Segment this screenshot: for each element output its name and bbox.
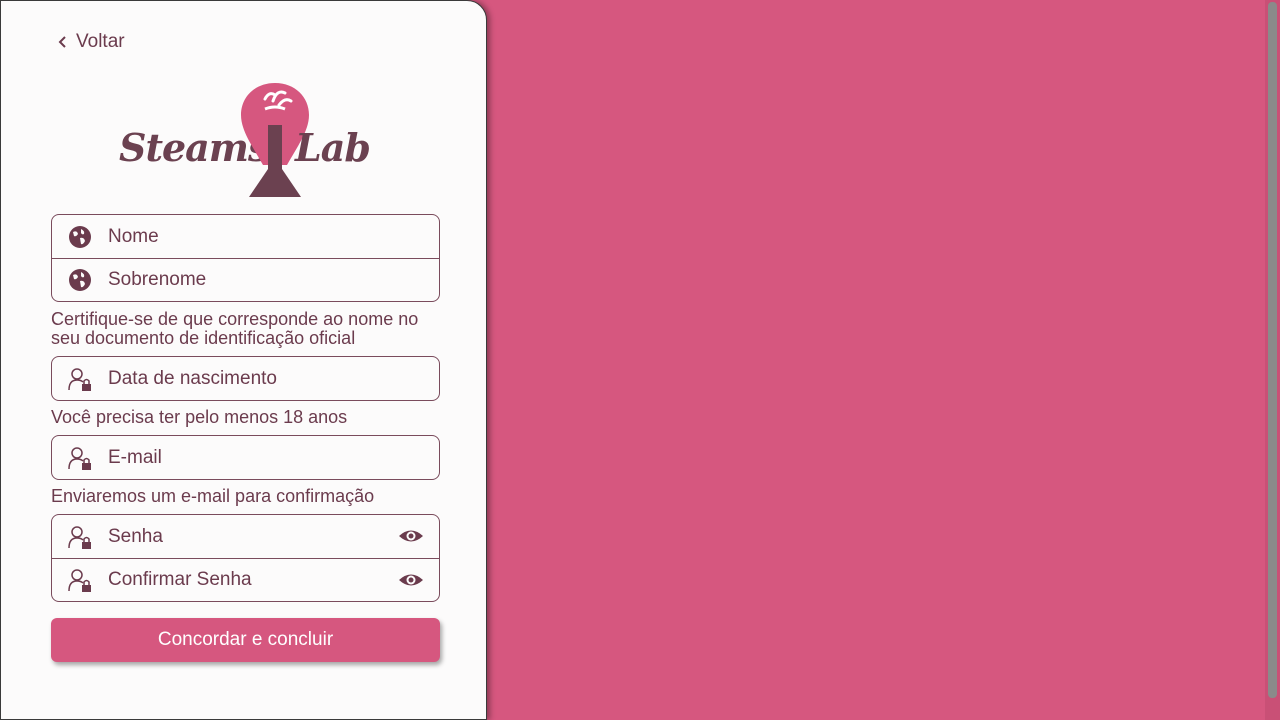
back-link[interactable]: Voltar (56, 31, 125, 53)
birthdate-field (52, 357, 439, 400)
birthdate-field-group (51, 356, 440, 401)
password-input[interactable] (108, 525, 368, 548)
name-hint: Certifique-se de que corresponde ao nome… (51, 309, 419, 348)
email-hint: Enviaremos um e-mail para confirmação (51, 486, 375, 506)
confirm-password-field (52, 558, 439, 601)
email-field (52, 436, 439, 479)
user-lock-icon (67, 524, 93, 550)
password-field (52, 515, 439, 558)
globe-icon (67, 224, 93, 250)
agree-and-finish-button[interactable]: Concordar e concluir (51, 618, 440, 662)
user-lock-icon (67, 567, 93, 593)
page-scrollbar[interactable] (1265, 0, 1280, 720)
chevron-left-icon (58, 36, 66, 48)
password-field-group (51, 514, 440, 602)
name-field-group (51, 214, 440, 302)
eye-icon[interactable] (398, 570, 424, 590)
logo-word-right: Lab (295, 125, 371, 170)
scrollbar-thumb[interactable] (1268, 2, 1277, 698)
user-lock-icon (67, 445, 93, 471)
first-name-field (52, 215, 439, 258)
confirm-password-input[interactable] (108, 569, 368, 591)
first-name-input[interactable] (108, 225, 368, 248)
email-field-group (51, 435, 440, 480)
globe-icon (67, 267, 93, 293)
email-input[interactable] (108, 446, 368, 469)
steamslab-logo: Steams Lab (117, 81, 373, 199)
birthdate-input[interactable] (108, 367, 368, 390)
user-lock-icon (67, 366, 93, 392)
back-label: Voltar (76, 31, 125, 52)
last-name-field (52, 258, 439, 301)
eye-icon[interactable] (398, 526, 424, 546)
birthdate-hint: Você precisa ter pelo menos 18 anos (51, 407, 348, 427)
last-name-input[interactable] (108, 269, 368, 291)
signup-panel: Voltar Steams Lab Certifique-se de que c… (0, 0, 487, 720)
